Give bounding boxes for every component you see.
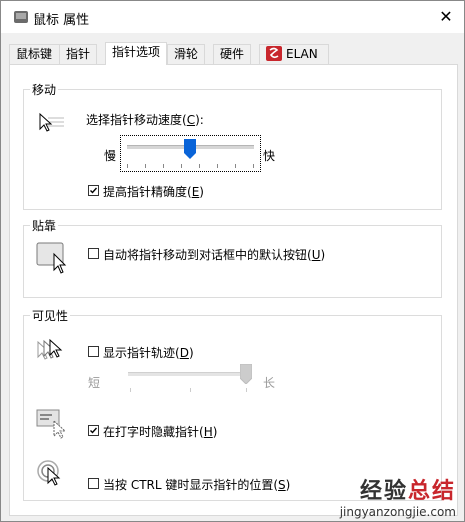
show-location-checkbox[interactable]: [88, 478, 99, 489]
pointer-speed-icon: [38, 112, 66, 137]
pointer-trails-icon: [34, 338, 70, 367]
trails-length-slider: [128, 364, 252, 394]
speed-slider-thumb[interactable]: [184, 139, 196, 159]
tab-pointers[interactable]: 指针: [59, 44, 97, 64]
speed-slider[interactable]: [120, 135, 261, 172]
snap-group: 贴靠 自动将指针移动到对话框中的默认按钮(U): [23, 217, 442, 298]
fast-label: 快: [263, 149, 276, 163]
speed-tick: [235, 164, 236, 168]
visibility-group-title: 可见性: [30, 307, 71, 324]
watermark: 经验总结 jingyanzongjie.com: [340, 473, 456, 519]
tab-buttons[interactable]: 鼠标键: [9, 44, 60, 64]
speed-tick: [181, 164, 182, 168]
motion-group: 移动 选择指针移动速度(C): 慢 快 提高指针精确度(E): [23, 81, 442, 210]
precision-label[interactable]: 提高指针精确度(E): [103, 183, 204, 200]
mouse-properties-window: 鼠标 属性 ✕ 鼠标键 指针 指针选项 滑轮 硬件 ELAN 移动 选择指针移动…: [0, 0, 465, 522]
speed-tick: [127, 164, 128, 168]
trails-tick: [130, 388, 131, 392]
show-location-icon: [36, 460, 72, 495]
window-title: 鼠标 属性: [33, 13, 90, 28]
hide-while-typing-icon: [36, 408, 72, 443]
hide-while-typing-checkbox[interactable]: [88, 425, 99, 436]
close-button[interactable]: ✕: [428, 1, 464, 33]
title-bar: 鼠标 属性 ✕: [1, 1, 464, 33]
pointer-trails-checkbox[interactable]: [88, 346, 99, 357]
pointer-trails-label[interactable]: 显示指针轨迹(D): [103, 344, 194, 361]
speed-tick: [199, 164, 200, 168]
speed-label: 选择指针移动速度(C):: [86, 113, 204, 127]
watermark-brand: 经验总结: [359, 479, 456, 504]
close-icon: ✕: [439, 7, 453, 26]
snap-group-title: 贴靠: [30, 217, 59, 234]
tab-pointer-options[interactable]: 指针选项: [105, 42, 167, 65]
trails-tick: [246, 388, 247, 392]
motion-group-title: 移动: [30, 81, 59, 98]
pointer-options-panel: 移动 选择指针移动速度(C): 慢 快 提高指针精确度(E) 贴靠 自动将指针移…: [9, 64, 458, 516]
snap-checkbox[interactable]: [88, 248, 99, 259]
precision-checkbox[interactable]: [88, 185, 99, 196]
snap-label[interactable]: 自动将指针移动到对话框中的默认按钮(U): [103, 246, 325, 263]
trails-short-label: 短: [88, 376, 101, 390]
trails-long-label: 长: [263, 376, 276, 390]
tab-wheel[interactable]: 滑轮: [167, 44, 205, 64]
trails-slider-thumb: [240, 364, 252, 384]
tab-hardware[interactable]: 硬件: [213, 44, 251, 64]
show-location-label[interactable]: 当按 CTRL 键时显示指针的位置(S): [103, 476, 290, 493]
speed-tick: [217, 164, 218, 168]
tab-elan[interactable]: ELAN: [259, 44, 329, 64]
speed-tick: [145, 164, 146, 168]
snap-to-button-icon: [36, 242, 72, 279]
speed-tick: [253, 164, 254, 168]
trails-slider-track: [128, 372, 252, 376]
slow-label: 慢: [104, 149, 117, 163]
speed-tick: [163, 164, 164, 168]
mouse-app-icon: [13, 10, 29, 24]
trails-tick: [190, 388, 191, 392]
watermark-url: jingyanzongjie.com: [339, 505, 456, 519]
hide-while-typing-label[interactable]: 在打字时隐藏指针(H): [103, 423, 217, 440]
